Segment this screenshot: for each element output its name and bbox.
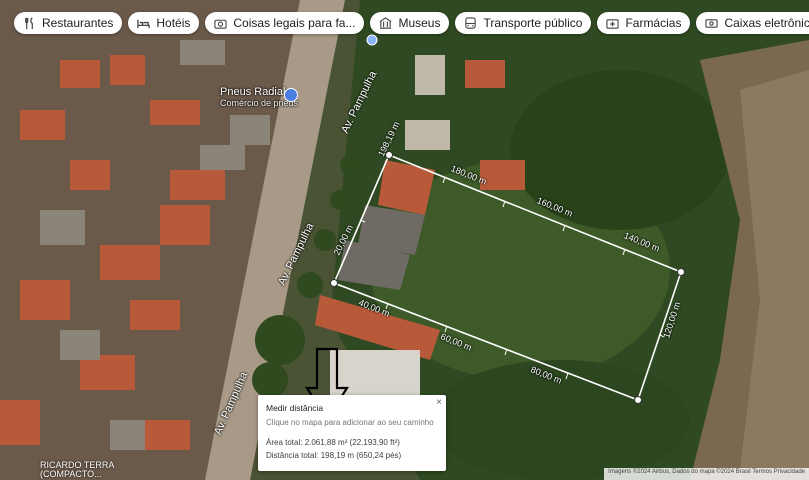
chip-things-to-do[interactable]: Coisas legais para fa...	[205, 12, 365, 34]
chip-label: Farmácias	[625, 16, 682, 30]
chip-label: Hotéis	[156, 16, 191, 30]
chip-label: Coisas legais para fa...	[233, 16, 356, 30]
museum-icon	[379, 16, 392, 30]
chip-atms[interactable]: Caixas eletrônicos	[696, 12, 809, 34]
pharmacy-icon	[606, 17, 620, 30]
chip-hotels[interactable]: Hotéis	[128, 12, 200, 34]
chip-label: Caixas eletrônicos	[724, 16, 809, 30]
poi-pneus-radial[interactable]: Pneus Radial Comércio de pneus	[220, 86, 298, 108]
camera-icon	[214, 17, 228, 30]
total-area-text: Área total: 2.061,88 m² (22.193,90 ft²)	[266, 438, 400, 447]
map-attribution-footer: Imagens ©2024 Airbus, Dados do mapa ©202…	[604, 468, 809, 480]
chip-label: Transporte público	[483, 16, 583, 30]
chip-public-transport[interactable]: Transporte público	[455, 12, 592, 34]
fork-knife-icon	[23, 16, 36, 30]
category-chips-bar: Restaurantes Hotéis Coisas legais para f…	[14, 12, 809, 34]
chip-pharmacies[interactable]: Farmácias	[597, 12, 691, 34]
place-label[interactable]: RICARDO TERRA (COMPACTO...	[40, 461, 114, 479]
bed-icon	[137, 17, 151, 30]
bus-icon	[464, 16, 477, 30]
chip-museums[interactable]: Museus	[370, 12, 450, 34]
chip-label: Restaurantes	[42, 16, 114, 30]
shop-pin-icon	[284, 88, 298, 102]
chip-label: Museus	[398, 16, 441, 30]
close-icon[interactable]: ×	[436, 397, 442, 408]
panel-title: Medir distância	[266, 403, 324, 413]
chip-restaurants[interactable]: Restaurantes	[14, 12, 123, 34]
atm-icon	[705, 17, 719, 30]
panel-hint: Clique no mapa para adicionar ao seu cam…	[266, 418, 434, 427]
measure-distance-panel: Medir distância Clique no mapa para adic…	[258, 395, 446, 471]
total-distance-text: Distância total: 198,19 m (650,24 pés)	[266, 451, 402, 460]
place-label-line2: (COMPACTO...	[40, 469, 102, 479]
